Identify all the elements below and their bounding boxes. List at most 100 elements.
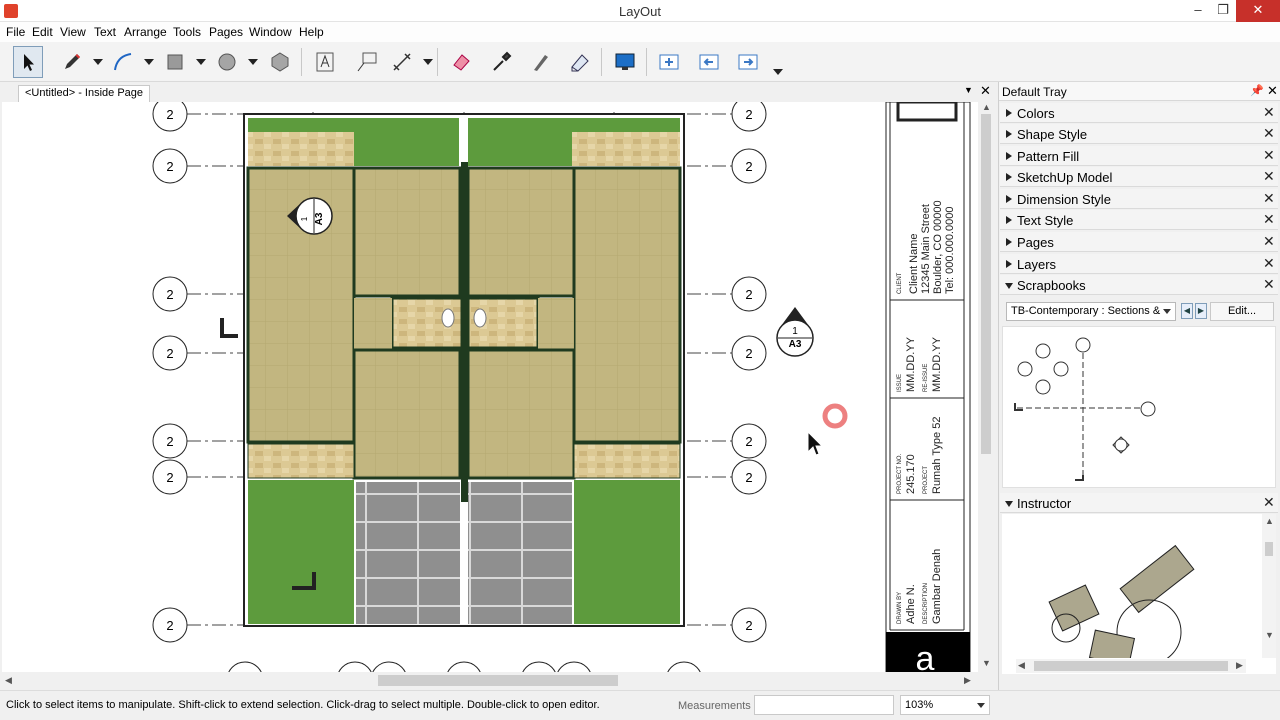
vertical-scroll-thumb[interactable] xyxy=(981,114,991,454)
panel-close-icon[interactable]: ✕ xyxy=(1263,494,1275,511)
expand-right-icon[interactable] xyxy=(1006,260,1012,268)
panel-close-icon[interactable]: ✕ xyxy=(1263,211,1275,228)
menu-edit[interactable]: Edit xyxy=(32,25,53,39)
instructor-scroll-up-arrow[interactable]: ▲ xyxy=(1265,516,1274,526)
floor-plan-drawing[interactable]: 2 22 22 22 22 22 22 2 1 A3 1 A3 a CLIENT… xyxy=(2,102,978,672)
arc-dropdown-arrow[interactable] xyxy=(144,59,154,65)
instructor-horizontal-thumb[interactable] xyxy=(1034,661,1228,671)
room-left-upper xyxy=(352,166,462,298)
expand-right-icon[interactable] xyxy=(1006,109,1012,117)
dimension-tool-button[interactable] xyxy=(387,46,417,78)
polygon-tool-button[interactable] xyxy=(265,46,295,78)
bracket-bottom xyxy=(1075,475,1084,481)
menu-tools[interactable]: Tools xyxy=(173,25,201,39)
instructor-scroll-left-arrow[interactable]: ◀ xyxy=(1018,660,1025,671)
panel-close-icon[interactable]: ✕ xyxy=(1263,125,1275,142)
expand-down-icon[interactable] xyxy=(1005,283,1013,289)
scrapbook-edit-button[interactable]: Edit... xyxy=(1210,302,1274,321)
panel-colors[interactable]: Colors ✕ xyxy=(1000,103,1278,123)
scroll-up-arrow[interactable]: ▲ xyxy=(982,102,991,112)
maximize-button[interactable]: ❐ xyxy=(1208,0,1238,22)
panel-dimension-style[interactable]: Dimension Style ✕ xyxy=(1000,189,1278,209)
scrapbook-prev-button[interactable]: ◀ xyxy=(1181,303,1193,319)
scroll-right-arrow[interactable]: ▶ xyxy=(964,675,971,686)
expand-right-icon[interactable] xyxy=(1006,173,1012,181)
select-tool-button[interactable] xyxy=(13,46,43,78)
circle-tool-button[interactable] xyxy=(212,46,242,78)
instructor-horizontal-scrollbar[interactable]: ◀ ▶ xyxy=(1016,659,1246,673)
instructor-vertical-thumb[interactable] xyxy=(1265,542,1273,556)
menu-text[interactable]: Text xyxy=(94,25,116,39)
scrapbook-next-button[interactable]: ▶ xyxy=(1195,303,1207,319)
panel-layers[interactable]: Layers ✕ xyxy=(1000,254,1278,274)
pencil-tool-button[interactable] xyxy=(57,46,87,78)
expand-down-icon[interactable] xyxy=(1005,501,1013,507)
panel-close-icon[interactable]: ✕ xyxy=(1263,190,1275,207)
instructor-vertical-scrollbar[interactable]: ▲ ▼ xyxy=(1262,514,1276,658)
corridor-left xyxy=(354,298,392,350)
panel-shape-style[interactable]: Shape Style ✕ xyxy=(1000,124,1278,144)
instructor-scroll-right-arrow[interactable]: ▶ xyxy=(1236,660,1243,671)
document-close-icon[interactable]: ✕ xyxy=(980,83,991,99)
presentation-tool-button[interactable] xyxy=(610,46,640,78)
expand-right-icon[interactable] xyxy=(1006,238,1012,246)
zoom-select[interactable]: 103% xyxy=(900,695,990,715)
panel-pattern-fill[interactable]: Pattern Fill ✕ xyxy=(1000,146,1278,166)
arc-tool-button[interactable] xyxy=(108,46,138,78)
panel-close-icon[interactable]: ✕ xyxy=(1263,147,1275,164)
scroll-left-arrow[interactable]: ◀ xyxy=(5,675,12,686)
panel-text-style[interactable]: Text Style ✕ xyxy=(1000,210,1278,230)
dimension-dropdown-arrow[interactable] xyxy=(423,59,433,65)
project-label: PROJECT xyxy=(923,466,929,494)
bottom-grid-bubbles xyxy=(228,661,701,672)
panel-close-icon[interactable]: ✕ xyxy=(1263,276,1275,293)
panel-pages[interactable]: Pages ✕ xyxy=(1000,232,1278,252)
instructor-scroll-down-arrow[interactable]: ▼ xyxy=(1265,630,1274,640)
rectangle-dropdown-arrow[interactable] xyxy=(196,59,206,65)
scrapbook-content[interactable] xyxy=(1002,326,1276,488)
join-tool-button[interactable] xyxy=(565,46,595,78)
pin-icon[interactable]: 📌 xyxy=(1250,84,1264,97)
horizontal-scroll-thumb[interactable] xyxy=(378,675,618,686)
panel-sketchup-model[interactable]: SketchUp Model ✕ xyxy=(1000,167,1278,187)
expand-right-icon[interactable] xyxy=(1006,216,1012,224)
document-tab[interactable]: <Untitled> - Inside Page xyxy=(18,85,151,102)
split-tool-button[interactable] xyxy=(526,46,556,78)
expand-right-icon[interactable] xyxy=(1006,130,1012,138)
rectangle-tool-button[interactable] xyxy=(160,46,190,78)
style-picker-tool-button[interactable] xyxy=(486,46,516,78)
close-button[interactable]: ✕ xyxy=(1236,0,1280,22)
panel-scrapbooks[interactable]: Scrapbooks ✕ xyxy=(1000,275,1278,295)
toolbar-overflow-arrow[interactable] xyxy=(773,69,783,75)
menu-file[interactable]: File xyxy=(6,25,25,39)
menu-view[interactable]: View xyxy=(60,25,86,39)
next-page-button[interactable] xyxy=(733,46,763,78)
scrapbook-select[interactable]: TB-Contemporary : Sections & xyxy=(1006,302,1176,321)
section-marker-right-number: 1 xyxy=(792,326,798,337)
expand-right-icon[interactable] xyxy=(1006,195,1012,203)
text-tool-button[interactable] xyxy=(310,46,340,78)
menu-help[interactable]: Help xyxy=(299,25,324,39)
drawing-canvas[interactable]: 22222222222222 1 A3 1 A3 a CLIENT Client… xyxy=(2,102,978,672)
document-menu-arrow[interactable]: ▼ xyxy=(964,85,973,95)
tray-close-icon[interactable]: ✕ xyxy=(1267,83,1278,99)
panel-close-icon[interactable]: ✕ xyxy=(1263,168,1275,185)
canvas-vertical-scrollbar[interactable]: ▲ ▼ xyxy=(978,102,994,672)
label-tool-button[interactable] xyxy=(352,46,382,78)
menu-pages[interactable]: Pages xyxy=(209,25,243,39)
eraser-tool-button[interactable] xyxy=(446,46,476,78)
menu-window[interactable]: Window xyxy=(249,25,292,39)
panel-instructor[interactable]: Instructor ✕ xyxy=(1000,493,1278,513)
panel-close-icon[interactable]: ✕ xyxy=(1263,233,1275,250)
previous-page-button[interactable] xyxy=(694,46,724,78)
add-page-button[interactable] xyxy=(654,46,684,78)
menu-arrange[interactable]: Arrange xyxy=(124,25,167,39)
measurements-input[interactable] xyxy=(754,695,894,715)
panel-close-icon[interactable]: ✕ xyxy=(1263,104,1275,121)
scroll-down-arrow[interactable]: ▼ xyxy=(982,658,991,668)
expand-right-icon[interactable] xyxy=(1006,152,1012,160)
pencil-dropdown-arrow[interactable] xyxy=(93,59,103,65)
canvas-horizontal-scrollbar[interactable]: ◀ ▶ xyxy=(2,672,978,689)
circle-dropdown-arrow[interactable] xyxy=(248,59,258,65)
panel-close-icon[interactable]: ✕ xyxy=(1263,255,1275,272)
